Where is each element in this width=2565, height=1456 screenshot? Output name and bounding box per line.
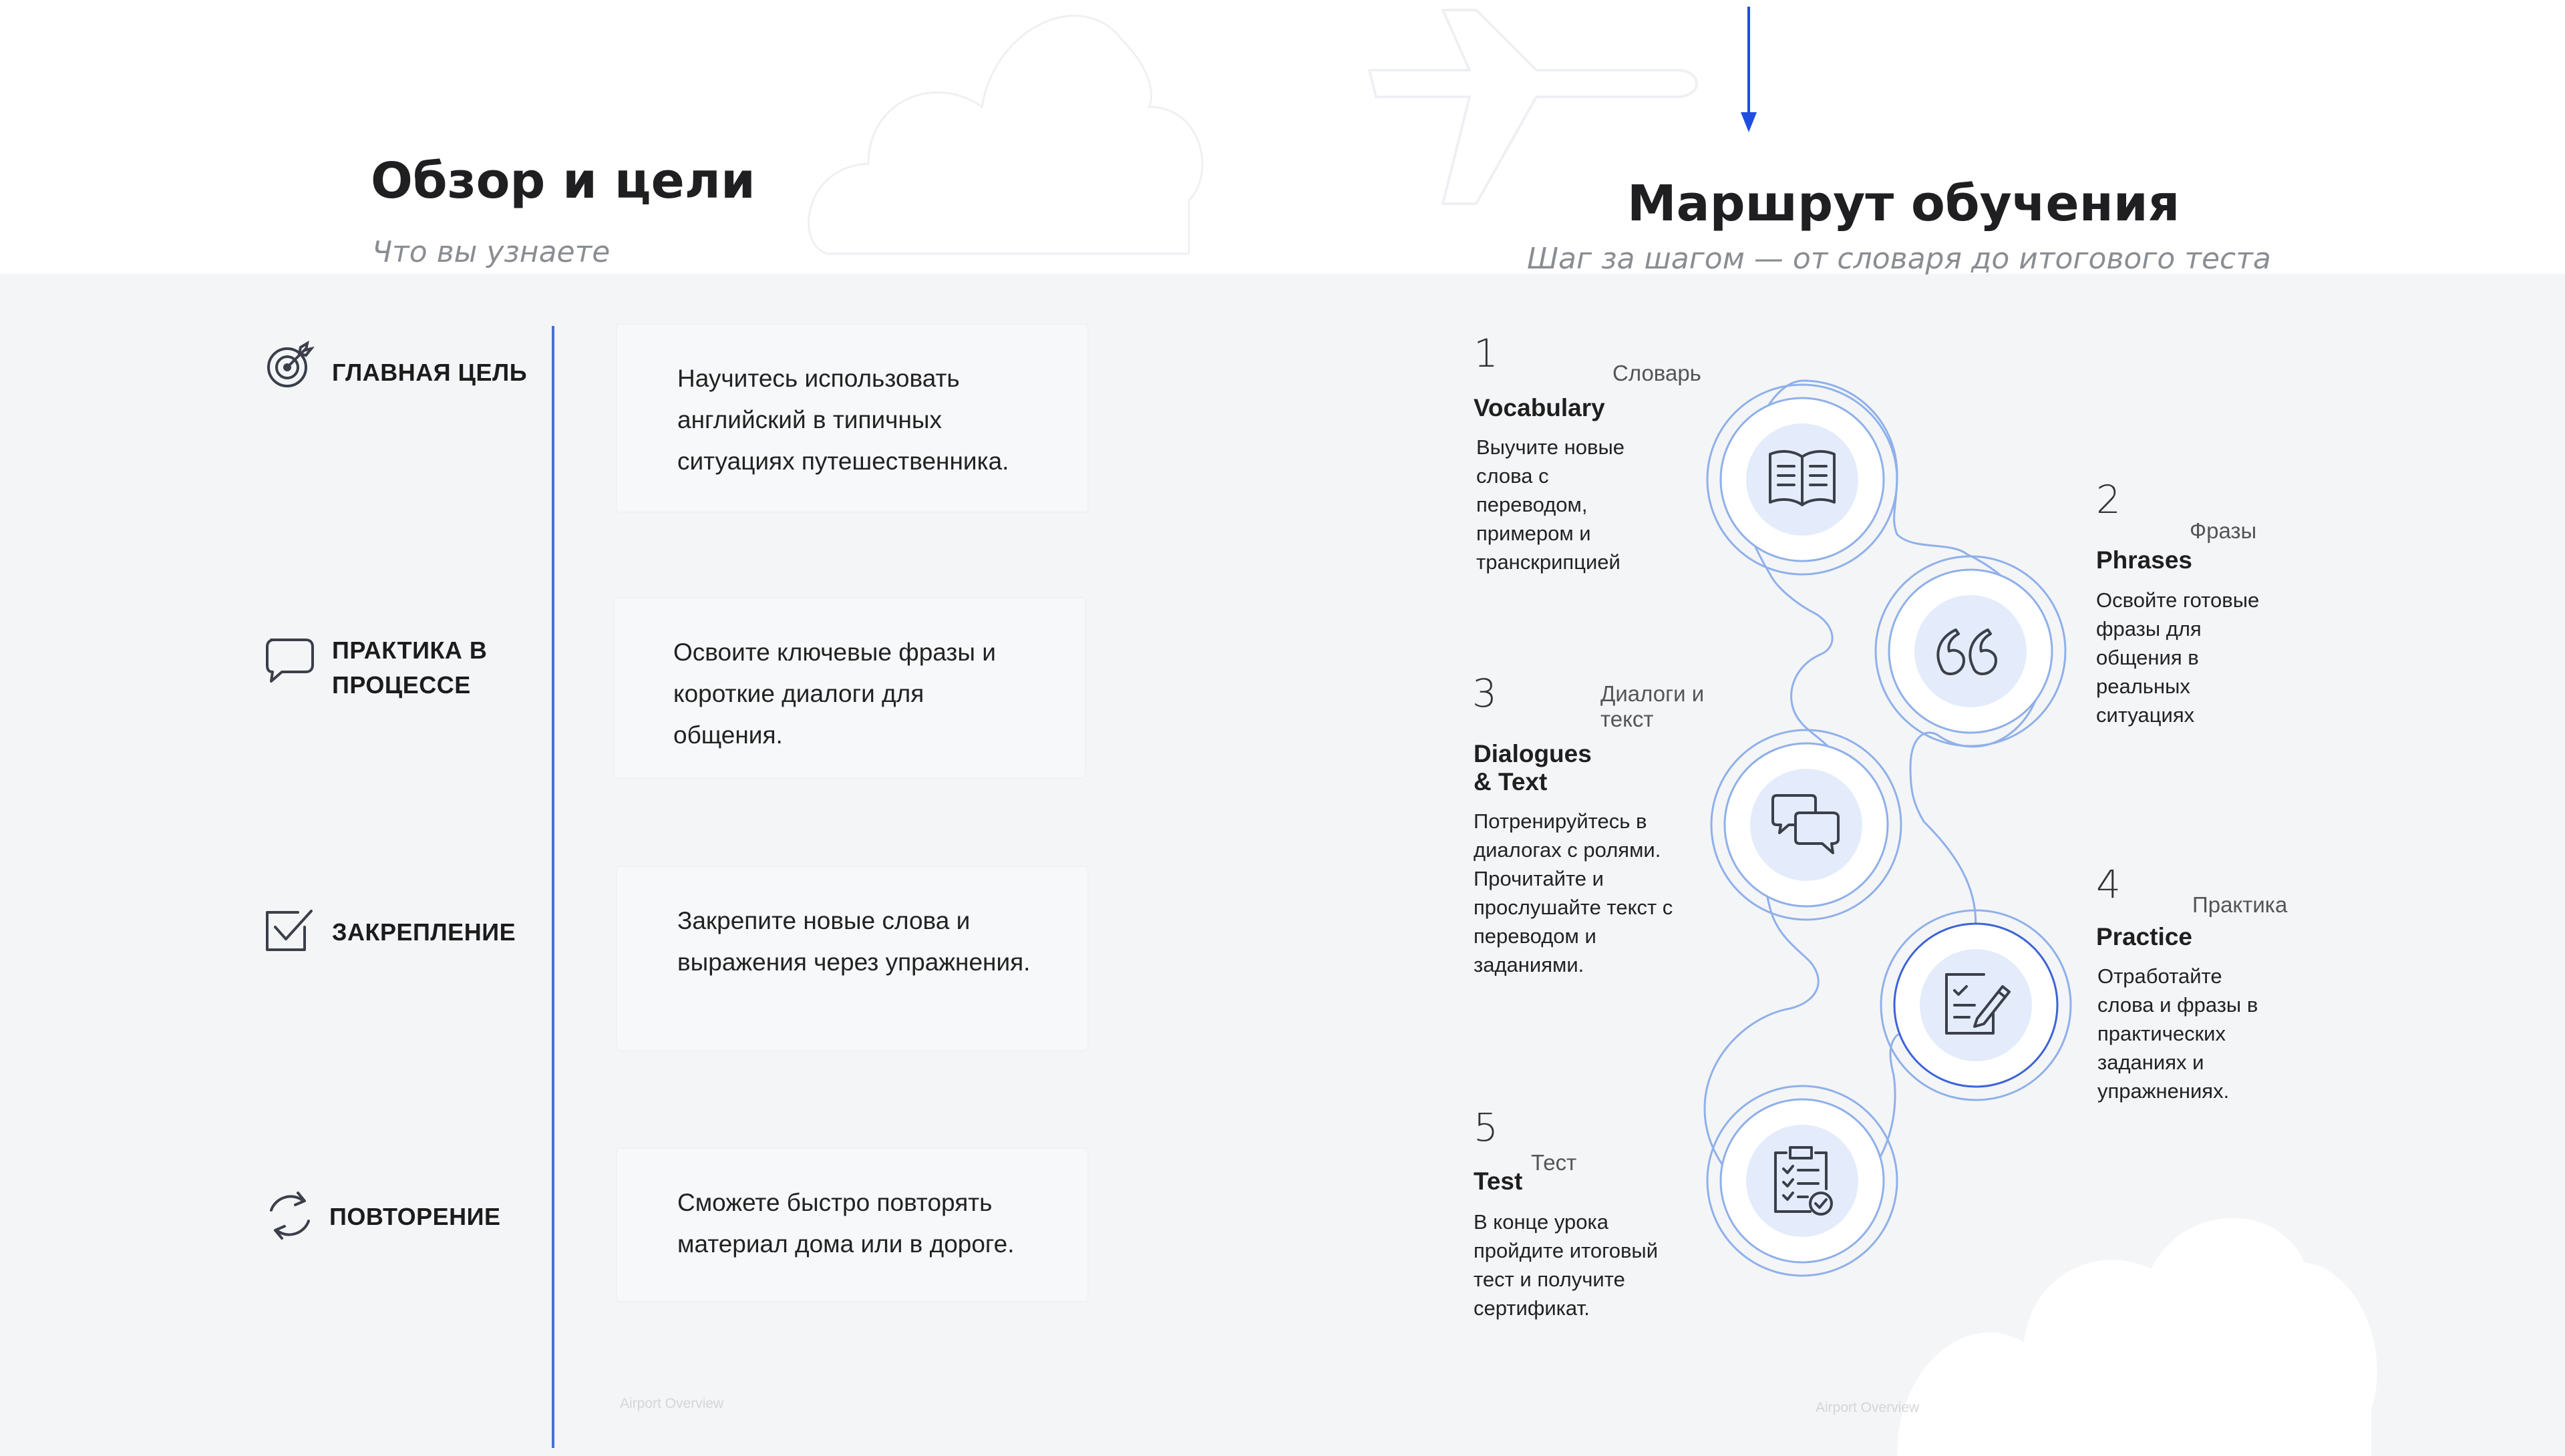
goal-card-practice: Освоите ключевые фразы и короткие диалог… <box>613 597 1086 779</box>
step-4-desc: Отработайте слова и фразы в практических… <box>2097 964 2258 1103</box>
goal-label-main: ГЛАВНАЯ ЦЕЛЬ <box>332 359 528 386</box>
step-3-ru-label: Диалоги и текст <box>1600 681 1705 731</box>
step-4-number: 4 <box>2096 862 2121 907</box>
step-2-number: 2 <box>2096 477 2121 522</box>
step-4-en-label: Practice <box>2096 923 2192 950</box>
target-icon <box>267 341 314 387</box>
step-2-desc: Освойте готовые фразы для общения в реал… <box>2096 588 2260 727</box>
goal-text-reinforce: Закрепите новые слова и выражения через … <box>677 907 1031 976</box>
step-2-ru-label: Фразы <box>2190 518 2257 543</box>
goal-card-main: Научитесь использовать английский в типи… <box>616 323 1089 513</box>
goal-card-reinforce: Закрепите новые слова и выражения через … <box>616 866 1089 1051</box>
refresh-icon <box>270 1192 310 1240</box>
clipboard-check-icon <box>1774 1146 1833 1216</box>
open-book-icon <box>1769 449 1836 506</box>
goal-text-main: Научитесь использовать английский в типи… <box>677 365 1009 475</box>
goal-label-practice: ПРАКТИКА В ПРОЦЕССЕ <box>332 636 488 699</box>
route-subtitle: Шаг за шагом — от словаря до итогового т… <box>1527 242 2271 276</box>
route-title: Маршрут обучения <box>1627 175 2180 232</box>
cloud-decoration-top <box>808 15 1204 255</box>
quote-icon <box>1936 628 1997 675</box>
step-3-en-label: Dialogues & Text <box>1474 740 1592 795</box>
step-5-number: 5 <box>1474 1105 1498 1150</box>
checkbox-icon <box>266 910 313 951</box>
step-1-number: 1 <box>1474 331 1498 376</box>
overview-title: Обзор и цели <box>371 152 755 210</box>
vertical-divider <box>552 326 554 1448</box>
goal-label-review: ПОВТОРЕНИЕ <box>329 1203 501 1230</box>
goal-card-review: Сможете быстро повторять материал дома и… <box>616 1147 1089 1302</box>
footer-note-right: Airport Overview <box>1816 1400 1920 1415</box>
step-4-ru-label: Практика <box>2192 892 2288 917</box>
footer-note-left: Airport Overview <box>620 1396 724 1411</box>
step-3-desc: Потренируйтесь в диалогах с ролями. Проч… <box>1474 809 1673 976</box>
goal-label-reinforce: ЗАКРЕПЛЕНИЕ <box>332 918 516 946</box>
goal-text-review: Сможете быстро повторять материал дома и… <box>677 1189 1015 1258</box>
step-5-desc: В конце урока пройдите итоговый тест и п… <box>1474 1210 1659 1320</box>
step-3-number: 3 <box>1472 671 1497 716</box>
overview-subtitle: Что вы узнаете <box>372 235 611 269</box>
step-1-en-label: Vocabulary <box>1474 394 1605 421</box>
down-arrow-icon <box>1741 7 1757 132</box>
step-2-en-label: Phrases <box>2096 546 2192 574</box>
edit-checklist-icon <box>1945 973 2011 1035</box>
step-1-desc: Выучите новые слова с переводом, примеро… <box>1476 435 1624 574</box>
speech-bubble-icon <box>266 639 314 683</box>
step-1-ru-label: Словарь <box>1612 361 1701 385</box>
step-5-en-label: Test <box>1474 1167 1523 1195</box>
step-5-ru-label: Тест <box>1531 1150 1577 1175</box>
goal-text-practice: Освоите ключевые фразы и короткие диалог… <box>673 639 996 749</box>
chat-bubbles-icon <box>1771 794 1840 854</box>
